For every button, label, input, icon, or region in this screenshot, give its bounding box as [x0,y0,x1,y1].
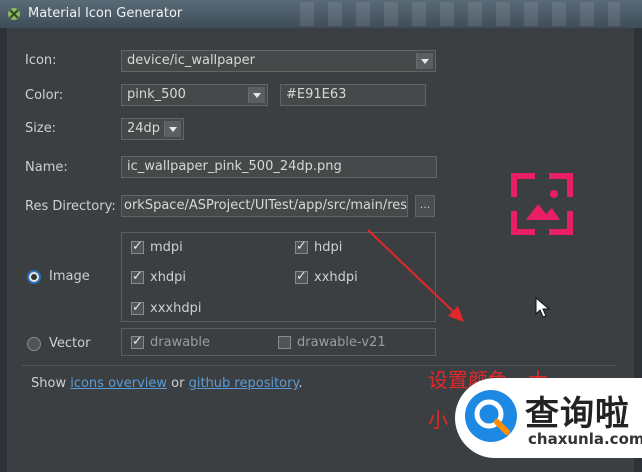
checkbox-checked-icon [131,269,144,284]
chevron-down-icon [164,121,181,137]
footer-period: . [298,376,303,391]
checkbox-drawable-v21-label: drawable-v21 [297,335,386,350]
wallpaper-icon [511,173,573,235]
res-directory-field[interactable]: orkSpace/ASProject/UITest/app/src/main/r… [121,195,408,217]
image-radio[interactable]: Image [27,269,90,284]
title-bar: Material Icon Generator [0,0,642,28]
radio-unselected-indicator [27,336,41,351]
watermark: 查询啦 chaxunla.com [455,378,642,458]
background-toolbar-ghost [300,2,620,26]
watermark-chinese: 查询啦 [525,394,630,434]
annotation-arrow [367,229,464,322]
image-radio-label: Image [49,269,90,284]
color-label: Color: [25,88,64,103]
footer-show-text: Show [31,376,67,391]
checkbox-xxhdpi[interactable]: xxhdpi [295,269,358,285]
color-hex-field[interactable]: #E91E63 [280,84,426,106]
checkbox-hdpi-label: hdpi [314,240,343,255]
size-label: Size: [25,121,57,136]
window-title: Material Icon Generator [28,6,183,21]
checkbox-mdpi-label: mdpi [150,240,183,255]
checkbox-hdpi[interactable]: hdpi [295,239,343,255]
size-dropdown-value: 24dp [127,121,161,136]
checkbox-drawable[interactable]: drawable [131,334,211,350]
checkbox-xxxhdpi[interactable]: xxxhdpi [131,300,202,316]
res-directory-label: Res Directory: [25,199,116,214]
annotation-line-2: 小 [428,408,448,432]
watermark-logo-icon [465,390,517,442]
name-label: Name: [25,160,68,175]
checkbox-drawable-v21[interactable]: drawable-v21 [278,335,386,350]
size-dropdown[interactable]: 24dp [121,118,184,140]
watermark-domain: chaxunla.com [528,430,642,448]
vector-radio-label: Vector [49,336,91,351]
checkbox-drawable-label: drawable [150,335,211,350]
mouse-cursor-icon [535,297,551,318]
footer-text: Show icons overview or github repository… [31,376,302,391]
checkbox-xxxhdpi-label: xxxhdpi [150,301,202,316]
color-dropdown-value: pink_500 [127,87,186,102]
checkbox-checked-icon [295,239,308,254]
name-field[interactable]: ic_wallpaper_pink_500_24dp.png [121,156,437,178]
icon-dropdown-value: device/ic_wallpaper [127,53,255,68]
checkbox-mdpi[interactable]: mdpi [131,239,183,255]
checkbox-checked-icon [131,334,144,349]
icon-dropdown[interactable]: device/ic_wallpaper [121,50,436,72]
chevron-down-icon [248,87,265,103]
window-frame-left [0,28,7,472]
checkbox-xhdpi[interactable]: xhdpi [131,269,187,285]
checkbox-xhdpi-label: xhdpi [150,270,187,285]
checkbox-checked-icon [131,239,144,254]
icons-overview-link[interactable]: icons overview [70,376,167,391]
checkbox-unchecked-icon [278,336,291,349]
vector-radio[interactable]: Vector [27,336,90,351]
chevron-down-icon [416,53,433,69]
color-dropdown[interactable]: pink_500 [121,84,268,106]
footer-or-text: or [171,376,185,391]
checkbox-checked-icon [131,300,144,315]
radio-selected-indicator [27,269,41,284]
browse-button[interactable]: ... [415,195,435,217]
checkbox-checked-icon [295,269,308,284]
checkbox-xxhdpi-label: xxhdpi [314,270,358,285]
github-repository-link[interactable]: github repository [189,376,299,391]
icon-label: Icon: [25,53,57,68]
android-studio-icon [8,8,20,20]
